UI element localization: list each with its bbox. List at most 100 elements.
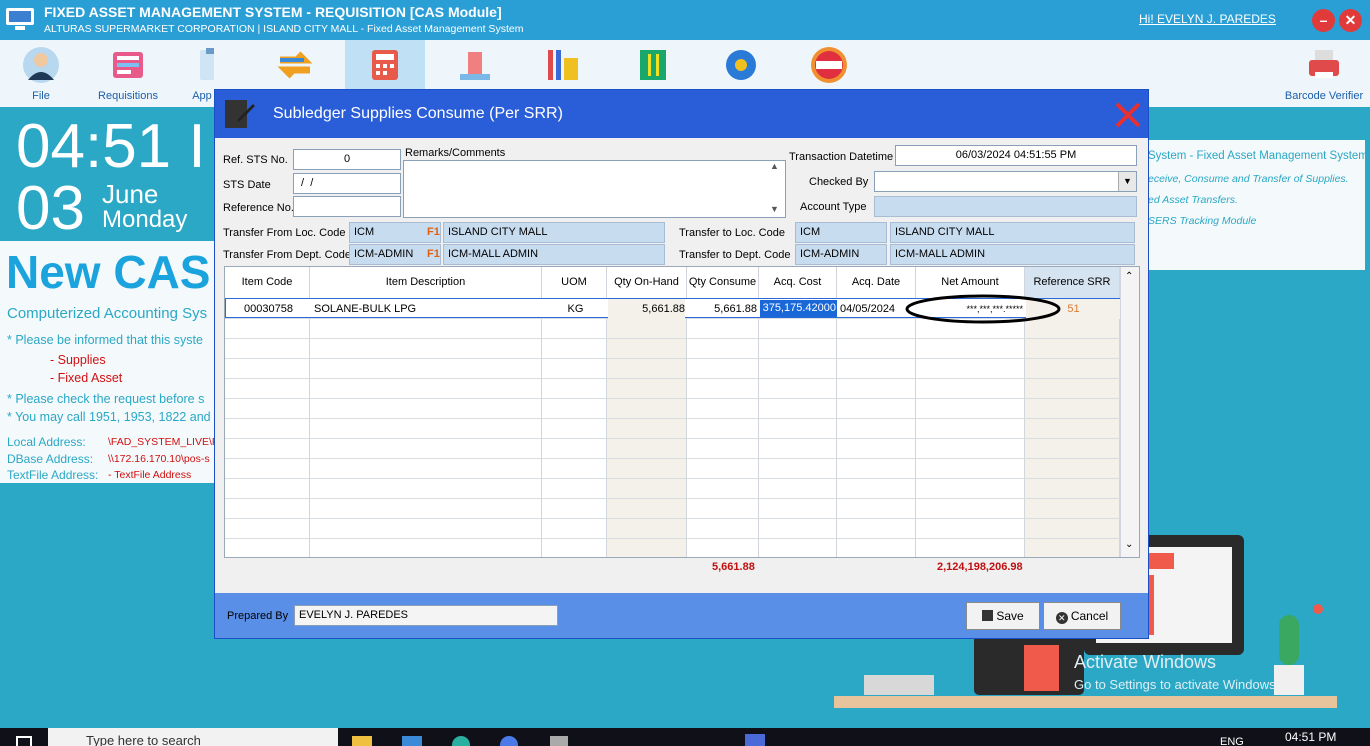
- transfer-arrows-icon: [277, 51, 313, 79]
- close-icon[interactable]: [1113, 100, 1143, 130]
- scroll-down-icon[interactable]: ▼: [770, 204, 779, 214]
- cancel-button-label: Cancel: [1070, 609, 1109, 623]
- toolbar-file[interactable]: File: [18, 40, 64, 107]
- checked-by-select[interactable]: [874, 171, 1137, 192]
- f1-hint: F1: [427, 226, 440, 238]
- dbase-address-value: \\172.16.170.10\pos-s: [108, 453, 210, 465]
- info-line: * You may call 1951, 1953, 1822 and: [7, 410, 211, 424]
- module-line: ed Asset Transfers.: [1148, 194, 1238, 206]
- col-uom[interactable]: UOM: [542, 267, 607, 298]
- building-icon: [460, 52, 490, 80]
- reference-no-label: Reference No.: [223, 202, 294, 214]
- info-subtitle: Computerized Accounting Sys: [7, 305, 208, 322]
- requisition-icon: [113, 52, 143, 78]
- transfer-from-dept-name: ICM-MALL ADMIN: [443, 244, 665, 265]
- items-grid: Item Code Item Description UOM Qty On-Ha…: [224, 266, 1140, 558]
- cell-description: SOLANE-BULK LPG: [314, 303, 417, 315]
- col-qty-consume[interactable]: Qty Consume: [687, 267, 759, 298]
- toolbar-requisitions[interactable]: Requisitions: [92, 40, 164, 107]
- chrome-icon[interactable]: [500, 736, 518, 746]
- info-item: - Fixed Asset: [50, 371, 123, 385]
- taskbar-search[interactable]: Type here to search: [48, 728, 338, 746]
- activate-windows-text: Go to Settings to activate Windows.: [1074, 677, 1280, 692]
- clock-time: 04:51 I: [16, 112, 206, 181]
- ref-sts-label: Ref. STS No.: [223, 154, 288, 166]
- user-link[interactable]: Hi! EVELYN J. PAREDES: [1139, 12, 1276, 26]
- info-line: * Please be informed that this syste: [7, 333, 203, 347]
- remarks-label: Remarks/Comments: [405, 147, 506, 159]
- printer-icon: [1309, 50, 1339, 78]
- transfer-to-loc-label: Transfer to Loc. Code: [679, 227, 785, 239]
- textfile-address-label: TextFile Address:: [7, 468, 99, 482]
- scroll-down-icon[interactable]: ⌄: [1125, 539, 1133, 550]
- account-type-field[interactable]: [874, 196, 1137, 217]
- chevron-down-icon[interactable]: ▼: [1118, 172, 1136, 191]
- info-item: - Supplies: [50, 353, 106, 367]
- toolbar-app[interactable]: App: [190, 40, 214, 107]
- col-acq-cost[interactable]: Acq. Cost: [759, 267, 837, 298]
- module-line: SERS Tracking Module: [1148, 215, 1257, 227]
- taskbar-clock[interactable]: 04:51 PM: [1285, 730, 1336, 744]
- language-indicator[interactable]: ENG: [1220, 736, 1244, 746]
- toolbar-barcode-verifier[interactable]: Barcode Verifier: [1280, 40, 1368, 107]
- col-item-description[interactable]: Item Description: [310, 267, 542, 298]
- clock-day: 03: [16, 174, 85, 241]
- toolbar-requisitions-label: Requisitions: [98, 90, 158, 102]
- transfer-to-loc-name: ISLAND CITY MALL: [890, 222, 1135, 243]
- calculator-app-icon[interactable]: [550, 736, 568, 746]
- transfer-to-dept-code[interactable]: ICM-ADMIN: [795, 244, 887, 265]
- total-net-amount: 2,124,198,206.98: [937, 561, 1023, 573]
- local-address-value: \FAD_SYSTEM_LIVE\FA: [108, 436, 225, 448]
- prepared-by-field: EVELYN J. PAREDES: [294, 605, 558, 626]
- dialog-header: Subledger Supplies Consume (Per SRR): [215, 90, 1148, 138]
- save-icon: [982, 610, 994, 621]
- transfer-to-loc-code[interactable]: ICM: [795, 222, 887, 243]
- total-qty-consume: 5,661.88: [712, 561, 755, 573]
- col-qty-on-hand[interactable]: Qty On-Hand: [607, 267, 687, 298]
- taskbar: Type here to search ENG 04:51 PM: [0, 728, 1370, 746]
- grid-scrollbar[interactable]: ⌃ ⌄: [1120, 267, 1139, 557]
- account-type-label: Account Type: [800, 201, 867, 213]
- window-title: FIXED ASSET MANAGEMENT SYSTEM - REQUISIT…: [44, 4, 502, 20]
- module-description-panel: System - Fixed Asset Management System e…: [1148, 140, 1368, 270]
- cell-uom: KG: [567, 303, 584, 315]
- app-icon: [6, 8, 34, 30]
- file-explorer-icon[interactable]: [352, 736, 372, 746]
- ref-sts-field[interactable]: 0: [293, 149, 401, 170]
- contact-us-icon: [811, 47, 847, 83]
- scroll-up-icon[interactable]: ⌃: [1125, 271, 1133, 282]
- prepared-by-label: Prepared By: [227, 610, 289, 622]
- calculator-icon: [372, 50, 398, 80]
- cancel-icon: ✕: [1055, 612, 1068, 624]
- save-button[interactable]: Save: [966, 602, 1040, 630]
- cancel-button[interactable]: ✕ Cancel: [1043, 602, 1121, 630]
- sts-date-field[interactable]: / /: [293, 173, 401, 194]
- active-app-icon[interactable]: [745, 734, 765, 746]
- edge-icon[interactable]: [452, 736, 470, 746]
- documents-icon: [548, 50, 578, 80]
- close-button[interactable]: ✕: [1339, 9, 1362, 32]
- dialog-title: Subledger Supplies Consume (Per SRR): [273, 105, 563, 122]
- clock-panel: 04:51 I 03 June Monday: [0, 107, 242, 241]
- cell-qty-on-hand: 5,661.88: [608, 299, 685, 319]
- cell-item-code: 00030758: [244, 303, 293, 315]
- activate-windows-title: Activate Windows: [1074, 652, 1217, 672]
- mail-icon[interactable]: [402, 736, 422, 746]
- cell-acq-cost[interactable]: 375,175.42000: [760, 300, 837, 317]
- gear-icon: [726, 50, 756, 80]
- user-icon: [23, 47, 59, 83]
- transaction-datetime-label: Transaction Datetime: [789, 151, 894, 163]
- transfer-to-dept-label: Transfer to Dept. Code: [679, 249, 791, 261]
- minimize-button[interactable]: –: [1312, 9, 1335, 32]
- transaction-datetime-field[interactable]: 06/03/2024 04:51:55 PM: [895, 145, 1137, 166]
- remarks-textarea[interactable]: [403, 160, 786, 218]
- reference-no-field[interactable]: [293, 196, 401, 217]
- cell-qty-consume[interactable]: 5,661.88: [688, 299, 757, 319]
- scroll-up-icon[interactable]: ▲: [770, 161, 779, 171]
- col-item-code[interactable]: Item Code: [225, 267, 310, 298]
- save-button-label: Save: [996, 609, 1024, 623]
- windows-start-icon[interactable]: [16, 736, 32, 746]
- f1-hint: F1: [427, 248, 440, 260]
- transfer-from-loc-name: ISLAND CITY MALL: [443, 222, 665, 243]
- textfile-address-value: - TextFile Address: [108, 469, 192, 481]
